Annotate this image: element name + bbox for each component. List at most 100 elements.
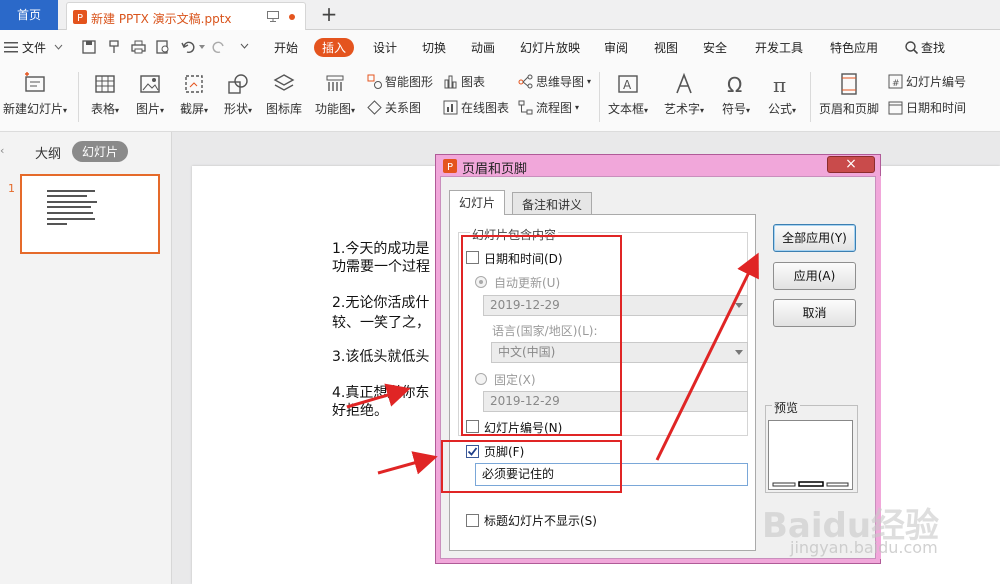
- slide-text-line[interactable]: 功需要一个过程: [332, 256, 430, 276]
- header-footer-label: 页眉和页脚: [818, 102, 879, 116]
- art-text-label: 艺术字: [663, 102, 700, 116]
- preview-slide: [768, 420, 853, 490]
- smart-shape-button[interactable]: 智能图形: [367, 73, 433, 90]
- search-icon[interactable]: [905, 41, 918, 54]
- slide-text-line[interactable]: 好拒绝。: [332, 400, 388, 420]
- table-label: 表格: [90, 102, 115, 116]
- mindmap-button[interactable]: 思维导图 ▾: [518, 73, 591, 90]
- picture-button[interactable]: 图片▾: [131, 72, 169, 117]
- pi-icon: π: [770, 72, 794, 96]
- hide-on-title-checkbox[interactable]: [466, 514, 479, 527]
- flowchart-label: 流程图: [536, 101, 573, 115]
- icon-library-icon: [272, 72, 296, 96]
- slide-text-line[interactable]: 较、一笑了之，: [332, 312, 430, 332]
- table-button[interactable]: 表格▾: [86, 72, 124, 117]
- tab-slide[interactable]: 幻灯片: [449, 190, 506, 215]
- thumbnail-text-lines: [47, 190, 97, 225]
- svg-text:A: A: [623, 78, 632, 92]
- hide-on-title-label: 标题幻灯片不显示(S): [484, 514, 597, 528]
- symbol-button[interactable]: Ω 符号▾: [716, 72, 756, 117]
- slide-text-line[interactable]: 1.今天的成功是: [332, 238, 429, 258]
- header-footer-button[interactable]: 页眉和页脚: [816, 72, 882, 117]
- tab-home[interactable]: 首页: [0, 0, 58, 30]
- cancel-button[interactable]: 取消: [773, 299, 856, 327]
- slide-text-line[interactable]: 4.真正想送你东: [332, 382, 429, 402]
- apply-button[interactable]: 应用(A): [773, 262, 856, 290]
- menu-insert[interactable]: 插入: [314, 38, 355, 57]
- formula-button[interactable]: π 公式▾: [762, 72, 802, 117]
- slide-thumbnail[interactable]: [20, 174, 160, 254]
- save-icon[interactable]: [82, 40, 96, 54]
- customize-arrow-icon[interactable]: [240, 43, 249, 50]
- menu-file[interactable]: 文件: [22, 39, 46, 56]
- monitor-icon[interactable]: [267, 11, 279, 22]
- menu-review[interactable]: 审阅: [604, 39, 628, 56]
- new-slide-button[interactable]: 新建幻灯片▾: [0, 72, 70, 117]
- smart-shape-icon: [367, 74, 382, 89]
- datetime-button[interactable]: 日期和时间: [888, 99, 966, 116]
- shape-icon: [226, 72, 250, 96]
- header-footer-icon: [837, 72, 861, 96]
- shape-button[interactable]: 形状▾: [219, 72, 257, 117]
- apply-all-button[interactable]: 全部应用(Y): [773, 224, 856, 252]
- icon-library-button[interactable]: 图标库: [263, 72, 305, 117]
- dialog-close-button[interactable]: ×: [827, 156, 875, 173]
- function-chart-button[interactable]: 功能图▾: [311, 72, 359, 117]
- watermark-url: jingyan.baidu.com: [790, 538, 938, 557]
- collapse-icon[interactable]: ‹: [0, 144, 4, 157]
- tab-notes-handouts[interactable]: 备注和讲义: [512, 192, 593, 214]
- flowchart-button[interactable]: 流程图 ▾: [518, 99, 579, 116]
- unsaved-dot-icon: [289, 14, 295, 20]
- menu-transition[interactable]: 切换: [422, 39, 446, 56]
- screenshot-button[interactable]: 截屏▾: [175, 72, 213, 117]
- chevron-down-icon: [735, 303, 743, 308]
- preview-footer-placeholders: [772, 481, 849, 487]
- mindmap-icon: [518, 74, 533, 89]
- slide-text-line[interactable]: 2.无论你活成什: [332, 292, 429, 312]
- add-tab-button[interactable]: +: [318, 4, 340, 26]
- annotation-box-footer: [441, 440, 622, 493]
- screenshot-label: 截屏: [179, 102, 204, 116]
- undo-icon[interactable]: [181, 40, 195, 54]
- chart-label: 图表: [461, 75, 486, 89]
- slide-number-icon: #: [888, 74, 903, 89]
- online-chart-button[interactable]: 在线图表: [443, 99, 509, 116]
- textbox-icon: A: [616, 72, 640, 96]
- new-slide-icon: [23, 72, 47, 96]
- preview-icon[interactable]: [156, 40, 170, 54]
- menu-security[interactable]: 安全: [703, 39, 727, 56]
- tab-slides[interactable]: 幻灯片: [72, 141, 129, 162]
- art-text-button[interactable]: 艺术字▾: [660, 72, 708, 117]
- calendar-icon: [888, 100, 903, 115]
- menu-animation[interactable]: 动画: [471, 39, 495, 56]
- divider: [78, 72, 79, 122]
- menu-developer[interactable]: 开发工具: [755, 39, 803, 56]
- svg-text:#: #: [892, 79, 900, 89]
- menu-view[interactable]: 视图: [654, 39, 678, 56]
- redo-icon[interactable]: [212, 40, 226, 54]
- ribbon-toolbar: 新建幻灯片▾ 表格▾ 图片▾ 截屏▾ 形状▾ 图标库 功能图▾ 智能图形 图表 …: [0, 64, 1000, 132]
- textbox-button[interactable]: A 文本框▾: [604, 72, 652, 117]
- print-icon[interactable]: [131, 40, 146, 54]
- art-text-icon: [672, 72, 696, 96]
- format-painter-icon[interactable]: [108, 40, 120, 54]
- mindmap-label: 思维导图: [536, 75, 585, 89]
- menu-design[interactable]: 设计: [373, 39, 397, 56]
- slide-number-button[interactable]: # 幻灯片编号: [888, 73, 966, 90]
- chart-button[interactable]: 图表: [443, 73, 485, 90]
- menu-slideshow[interactable]: 幻灯片放映: [520, 39, 580, 56]
- hamburger-icon[interactable]: [4, 41, 18, 53]
- menu-special[interactable]: 特色应用: [830, 39, 878, 56]
- relation-chart-button[interactable]: 关系图: [367, 99, 421, 116]
- tab-outline[interactable]: 大纲: [35, 143, 61, 162]
- chevron-down-icon: [199, 45, 205, 49]
- flowchart-icon: [518, 100, 533, 115]
- chevron-down-icon: [54, 44, 63, 50]
- symbol-label: 符号: [721, 102, 746, 116]
- tab-document[interactable]: P 新建 PPTX 演示文稿.pptx: [66, 2, 306, 30]
- relation-chart-icon: [367, 100, 382, 115]
- dialog-title: 页眉和页脚: [462, 162, 528, 177]
- menu-search[interactable]: 查找: [921, 39, 945, 56]
- slide-text-line[interactable]: 3.该低头就低头: [332, 346, 429, 366]
- menu-home[interactable]: 开始: [274, 39, 298, 56]
